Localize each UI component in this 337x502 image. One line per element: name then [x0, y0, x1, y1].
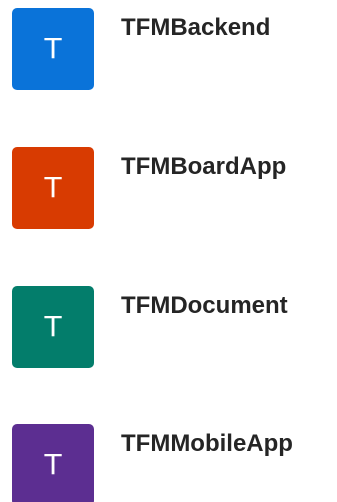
project-avatar-initial: T: [44, 310, 62, 343]
project-avatar-icon[interactable]: T: [12, 286, 94, 368]
project-name-link[interactable]: TFMBackend: [121, 14, 270, 43]
project-item-tfmbackend[interactable]: T TFMBackend: [12, 8, 332, 90]
project-avatar-icon[interactable]: T: [12, 147, 94, 229]
project-avatar-initial: T: [44, 171, 62, 204]
project-name-link[interactable]: TFMMobileApp: [121, 430, 293, 459]
project-avatar-icon[interactable]: T: [12, 8, 94, 90]
project-item-tfmboardapp[interactable]: T TFMBoardApp: [12, 147, 332, 229]
project-avatar-icon[interactable]: T: [12, 424, 94, 502]
project-avatar-initial: T: [44, 448, 62, 481]
project-name-link[interactable]: TFMBoardApp: [121, 153, 286, 182]
project-item-tfmdocument[interactable]: T TFMDocument: [12, 286, 332, 368]
project-item-tfmmobileapp[interactable]: T TFMMobileApp: [12, 424, 332, 502]
project-name-link[interactable]: TFMDocument: [121, 292, 288, 321]
project-avatar-initial: T: [44, 32, 62, 65]
